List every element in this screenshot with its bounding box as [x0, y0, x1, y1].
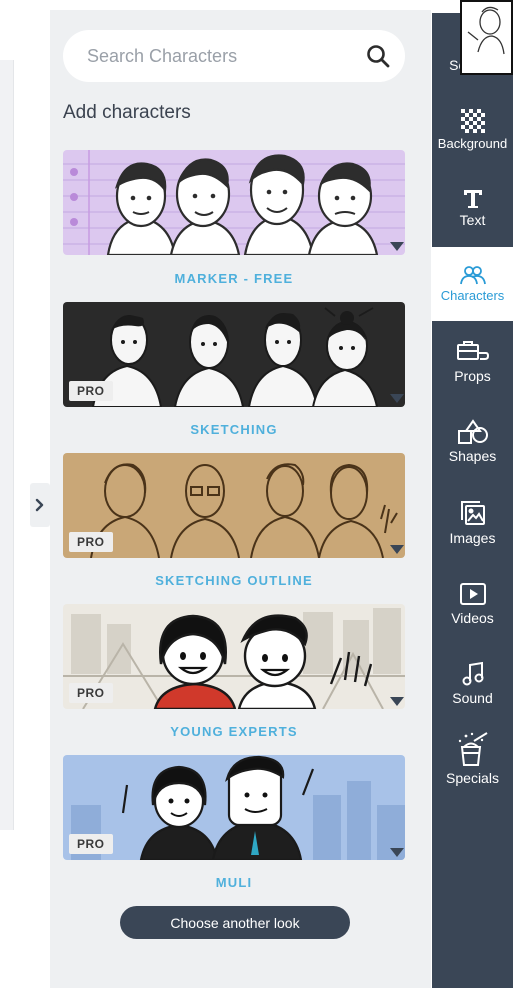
- character-style-card-young-experts[interactable]: PRO: [63, 604, 405, 709]
- chevron-right-icon: [35, 498, 44, 512]
- rail-item-images[interactable]: Images: [432, 499, 513, 546]
- card-options-arrow[interactable]: [390, 242, 404, 251]
- props-icon: [456, 341, 489, 360]
- character-style-card-sketching[interactable]: PRO: [63, 302, 405, 407]
- card-options-arrow[interactable]: [390, 848, 404, 857]
- card-label: MULI: [215, 875, 253, 890]
- rail-item-specials[interactable]: Specials: [432, 731, 513, 786]
- rail-item-shapes[interactable]: Shapes: [432, 419, 513, 464]
- pro-badge: PRO: [69, 381, 113, 401]
- rail-item-sound[interactable]: Sound: [432, 661, 513, 706]
- search-bar: [63, 30, 405, 82]
- rail-item-label: Characters: [440, 288, 505, 303]
- characters-panel: Add characters MARKER - FREE: [50, 10, 431, 988]
- pro-badge: PRO: [69, 532, 113, 552]
- rail-item-props[interactable]: Props: [432, 339, 513, 384]
- section-title: Add characters: [63, 102, 191, 123]
- young-experts-characters-image: [63, 604, 405, 709]
- sketching-outline-characters-image: [63, 453, 405, 558]
- sketching-characters-image: [63, 302, 405, 407]
- videos-icon: [459, 583, 486, 605]
- left-panel-edge: [0, 60, 14, 830]
- shapes-icon: [457, 419, 488, 444]
- sound-icon: [462, 661, 483, 686]
- rail-item-label: Videos: [451, 610, 494, 626]
- background-icon: [460, 109, 485, 133]
- card-options-arrow[interactable]: [390, 545, 404, 554]
- marker-characters-image: [63, 150, 405, 255]
- text-icon: [463, 190, 482, 208]
- character-style-card-muli[interactable]: PRO: [63, 755, 405, 860]
- choose-another-look-button[interactable]: Choose another look: [120, 906, 350, 939]
- search-input[interactable]: [87, 45, 365, 67]
- pro-badge: PRO: [69, 683, 113, 703]
- card-options-arrow[interactable]: [390, 394, 404, 403]
- rail-item-label: Text: [459, 212, 486, 228]
- scene-thumbnail[interactable]: [460, 0, 513, 75]
- rail-item-label: Shapes: [448, 448, 497, 464]
- card-label: MARKER - FREE: [174, 271, 294, 286]
- card-label: SKETCHING OUTLINE: [155, 573, 313, 588]
- card-options-arrow[interactable]: [390, 697, 404, 706]
- character-style-card-marker[interactable]: [63, 150, 405, 255]
- search-icon[interactable]: [365, 43, 391, 69]
- character-style-card-sketching-outline[interactable]: PRO: [63, 453, 405, 558]
- pro-badge: PRO: [69, 834, 113, 854]
- characters-icon: [459, 266, 486, 285]
- tool-rail: Scenes Background Text Characters Props …: [432, 13, 513, 988]
- rail-item-videos[interactable]: Videos: [432, 581, 513, 626]
- images-icon: [460, 501, 485, 525]
- card-label: SKETCHING: [190, 422, 278, 437]
- rail-item-label: Specials: [446, 770, 499, 786]
- rail-item-label: Sound: [452, 690, 493, 706]
- rail-item-label: Props: [454, 368, 491, 384]
- rail-item-text[interactable]: Text: [432, 183, 513, 245]
- rail-item-background[interactable]: Background: [432, 103, 513, 183]
- card-label: YOUNG EXPERTS: [170, 724, 298, 739]
- rail-item-characters[interactable]: Characters: [432, 247, 513, 321]
- rail-item-label: Images: [449, 530, 496, 546]
- specials-icon: [458, 732, 488, 766]
- scene-thumbnail-image: [462, 2, 511, 73]
- expand-panel-button[interactable]: [30, 483, 50, 527]
- rail-item-label: Background: [437, 136, 508, 151]
- muli-characters-image: [63, 755, 405, 860]
